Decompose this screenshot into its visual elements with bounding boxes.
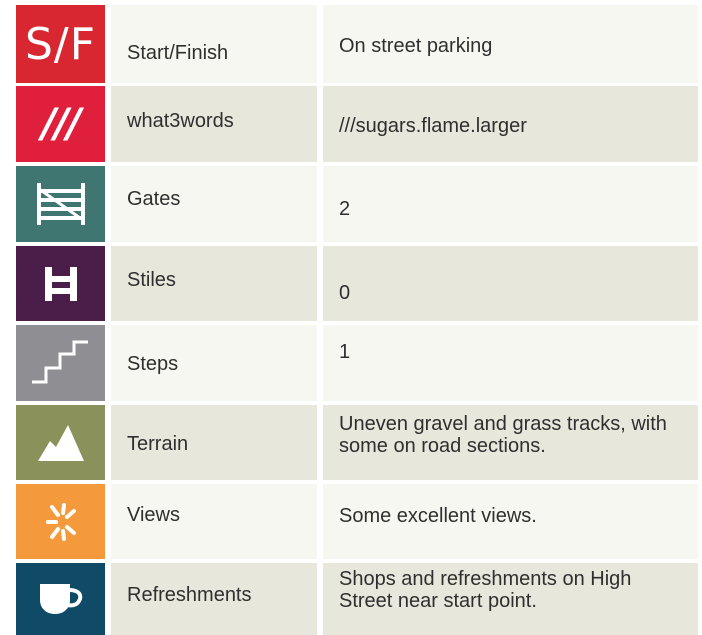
stile-icon [16, 246, 105, 321]
row-label: Start/Finish [111, 5, 317, 83]
row-label: Steps [111, 325, 317, 401]
table-row: /// what3words ///sugars.flame.larger [0, 86, 702, 162]
row-value: On street parking [323, 5, 698, 83]
table-row: Stiles 0 [0, 246, 702, 321]
row-value: Shops and refreshments on High Street ne… [323, 563, 698, 635]
table-row: Views Some excellent views. [0, 484, 702, 559]
row-value: 1 [323, 325, 698, 401]
row-label: what3words [111, 86, 317, 162]
row-label: Refreshments [111, 563, 317, 635]
row-label: Terrain [111, 405, 317, 480]
steps-icon [16, 325, 105, 401]
row-label: Stiles [111, 246, 317, 321]
start-finish-icon: S/F [16, 5, 105, 83]
views-icon [16, 484, 105, 559]
table-row: S/F Start/Finish On street parking [0, 5, 702, 83]
row-value: 0 [323, 246, 698, 321]
cup-icon [16, 563, 105, 635]
row-value: ///sugars.flame.larger [323, 86, 698, 162]
row-label: Views [111, 484, 317, 559]
row-label: Gates [111, 166, 317, 242]
walk-info-table: S/F Start/Finish On street parking /// w… [0, 0, 702, 635]
row-value: 2 [323, 166, 698, 242]
table-row: Gates 2 [0, 166, 702, 242]
table-row: Refreshments Shops and refreshments on H… [0, 563, 702, 635]
gate-icon [16, 166, 105, 242]
mountain-icon [16, 405, 105, 480]
row-value: Uneven gravel and grass tracks, with som… [323, 405, 698, 480]
what3words-icon: /// [16, 86, 105, 162]
row-value: Some excellent views. [323, 484, 698, 559]
table-row: Steps 1 [0, 325, 702, 401]
table-row: Terrain Uneven gravel and grass tracks, … [0, 405, 702, 480]
